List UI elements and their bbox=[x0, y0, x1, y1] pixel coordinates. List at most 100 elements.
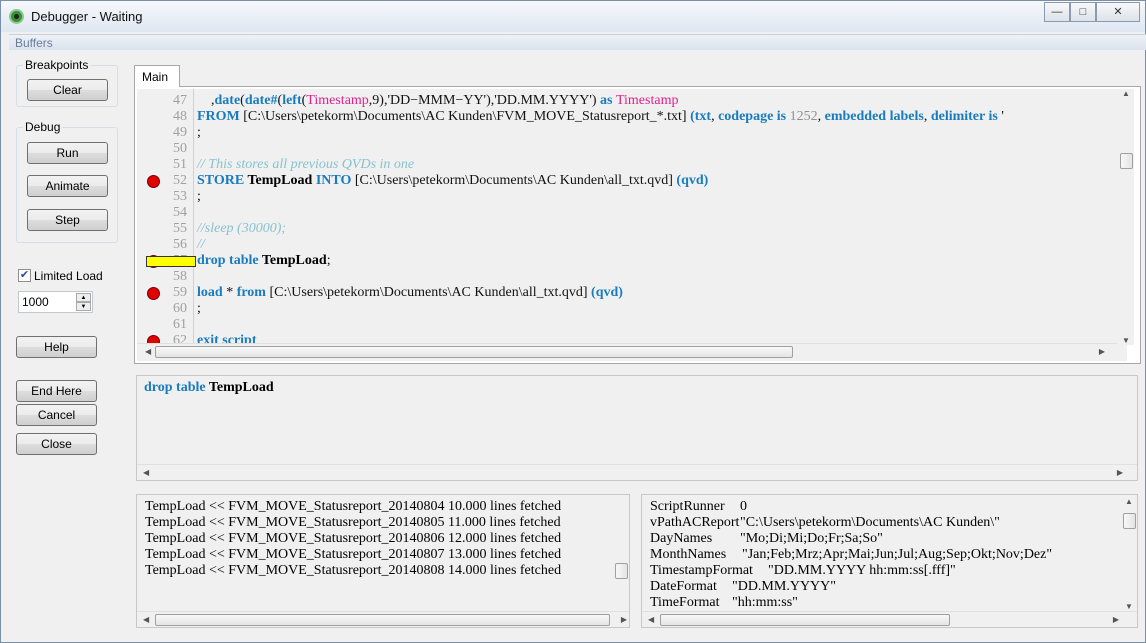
code-line[interactable]: 56 // bbox=[137, 237, 1117, 253]
code-line[interactable]: 51 // This stores all previous QVDs in on… bbox=[137, 157, 1117, 173]
code-line[interactable]: 55 //sleep (30000); bbox=[137, 221, 1117, 237]
variable-row: vPathACReport"C:\Users\petekorm\Document… bbox=[650, 515, 1000, 531]
code-token: load bbox=[197, 285, 227, 300]
script-editor[interactable]: 47 ,date(date#(left(Timestamp,9),'DD−MMM… bbox=[137, 89, 1127, 361]
line-number: 58 bbox=[173, 269, 187, 284]
code-text: ,date(date#(left(Timestamp,9),'DD−MMM−YY… bbox=[197, 93, 678, 109]
code-token: ; bbox=[197, 301, 201, 316]
code-token: STORE bbox=[197, 173, 248, 188]
code-token: drop table bbox=[197, 253, 262, 268]
code-text: load * from [C:\Users\petekorm\Documents… bbox=[197, 285, 623, 301]
code-token: ; bbox=[197, 125, 201, 140]
code-token: embedded labels bbox=[824, 109, 924, 124]
variables-horizontal-scrollbar[interactable]: ◀ ▶ bbox=[642, 611, 1137, 627]
limited-load-label: Limited Load bbox=[34, 269, 103, 283]
end-here-button[interactable]: End Here bbox=[16, 380, 97, 402]
code-line[interactable]: 60; bbox=[137, 301, 1117, 317]
window-title: Debugger - Waiting bbox=[31, 9, 143, 24]
line-number: 53 bbox=[173, 189, 187, 204]
close-button[interactable]: Close bbox=[16, 433, 97, 455]
code-token: // This stores all previous QVDs in one bbox=[197, 157, 415, 172]
variable-name: DateFormat bbox=[650, 579, 717, 594]
log-panel: ◀ ▶ TempLoad << FVM_MOVE_Statusreport_201… bbox=[136, 494, 630, 628]
variable-row: MonthNames "Jan;Feb;Mrz;Apr;Mai;Jun;Jul;A… bbox=[650, 547, 1052, 563]
code-token: TempLoad bbox=[261, 253, 327, 268]
code-token: left bbox=[282, 93, 302, 108]
editor-vertical-scrollbar[interactable]: ▲ ▼ bbox=[1118, 89, 1134, 345]
tab-main[interactable]: Main bbox=[134, 65, 180, 87]
run-button[interactable]: Run bbox=[27, 142, 108, 164]
line-number: 55 bbox=[173, 221, 187, 236]
close-window-button[interactable]: ✕ bbox=[1096, 2, 1140, 22]
code-token: (txt bbox=[690, 109, 712, 124]
code-line[interactable]: 54 bbox=[137, 205, 1117, 221]
variable-name: MonthNames bbox=[650, 547, 727, 562]
limited-load-input[interactable]: 1000 ▲ ▼ bbox=[18, 291, 93, 313]
line-number: 61 bbox=[173, 317, 187, 332]
line-number: 50 bbox=[173, 141, 187, 156]
code-line[interactable]: 49; bbox=[137, 125, 1117, 141]
variables-vertical-scrollbar[interactable]: ▲ ▼ bbox=[1121, 495, 1137, 611]
breakpoint-icon[interactable] bbox=[147, 287, 160, 300]
code-text: ; bbox=[197, 125, 201, 141]
code-token: delimiter is bbox=[930, 109, 1002, 124]
code-text: STORE TempLoad INTO [C:\Users\petekorm\D… bbox=[197, 173, 708, 189]
code-line[interactable]: 57drop table TempLoad; bbox=[137, 253, 1117, 269]
line-number: 48 bbox=[173, 109, 187, 124]
clear-button[interactable]: Clear bbox=[27, 79, 108, 101]
log-entry: TempLoad << FVM_MOVE_Statusreport_201408… bbox=[145, 547, 562, 562]
code-token: Timestamp bbox=[615, 93, 679, 108]
code-token: date bbox=[214, 93, 241, 108]
code-text: ; bbox=[197, 189, 201, 205]
maximize-button[interactable]: □ bbox=[1070, 2, 1096, 22]
log-horizontal-scrollbar[interactable]: ◀ ▶ bbox=[137, 611, 629, 627]
code-line[interactable]: 50 bbox=[137, 141, 1117, 157]
code-line[interactable]: 59 load * from [C:\Users\petekorm\Documen… bbox=[137, 285, 1117, 301]
code-token: codepage is bbox=[718, 109, 790, 124]
breakpoint-icon[interactable] bbox=[147, 175, 160, 188]
variable-name: vPathACReport bbox=[650, 515, 740, 530]
spin-down-icon[interactable]: ▼ bbox=[76, 302, 91, 311]
limited-load-checkbox[interactable]: ✔ bbox=[18, 269, 31, 282]
code-text: // This stores all previous QVDs in one bbox=[197, 157, 414, 173]
menu-buffers[interactable]: Buffers bbox=[15, 36, 53, 50]
line-number: 52 bbox=[173, 173, 187, 188]
title-bar: Debugger - Waiting — □ ✕ bbox=[1, 1, 1145, 32]
variable-row: TimestampFormat "DD.MM.YYYY hh:mm:ss[.fff… bbox=[650, 563, 956, 579]
code-text: drop table TempLoad; bbox=[197, 253, 331, 269]
code-token: , bbox=[817, 109, 825, 124]
breakpoints-label: Breakpoints bbox=[23, 58, 91, 72]
step-button[interactable]: Step bbox=[27, 209, 108, 231]
log-entry: TempLoad << FVM_MOVE_Statusreport_201408… bbox=[145, 499, 562, 514]
code-line[interactable]: 53; bbox=[137, 189, 1117, 205]
code-token: ; bbox=[326, 253, 331, 268]
qlikview-app-icon bbox=[9, 9, 24, 24]
minimize-button[interactable]: — bbox=[1044, 2, 1070, 22]
code-token: * bbox=[226, 285, 237, 300]
code-token: [C:\Users\petekorm\Documents\AC Kunden\a… bbox=[354, 173, 677, 188]
variable-name: TimeFormat bbox=[650, 595, 720, 610]
code-line[interactable]: 47 ,date(date#(left(Timestamp,9),'DD−MMM… bbox=[137, 93, 1117, 109]
variable-row: DateFormat "DD.MM.YYYY" bbox=[650, 579, 836, 595]
log-vertical-scrollbar[interactable] bbox=[613, 495, 629, 611]
line-number: 59 bbox=[173, 285, 187, 300]
debugger-window: Debugger - Waiting — □ ✕ Buffers Breakpo… bbox=[0, 0, 1146, 643]
code-token: , bbox=[923, 109, 931, 124]
code-line[interactable]: 52 STORE TempLoad INTO [C:\Users\petekorm… bbox=[137, 173, 1117, 189]
editor-horizontal-scrollbar[interactable]: ◀ ▶ bbox=[137, 343, 1117, 359]
code-line[interactable]: 61 bbox=[137, 317, 1117, 333]
variable-row: ScriptRunner 0 bbox=[650, 499, 747, 515]
spin-up-icon[interactable]: ▲ bbox=[76, 293, 91, 302]
variable-name: TimestampFormat bbox=[650, 563, 753, 578]
statement-horizontal-scrollbar[interactable]: ◀ ▶ bbox=[137, 464, 1137, 480]
animate-button[interactable]: Animate bbox=[27, 175, 108, 197]
variable-name: ScriptRunner bbox=[650, 499, 725, 514]
code-token: 1252 bbox=[789, 109, 818, 124]
code-token: date# bbox=[244, 93, 278, 108]
code-line[interactable]: 48 FROM [C:\Users\petekorm\Documents\AC K… bbox=[137, 109, 1117, 125]
code-line[interactable]: 58 bbox=[137, 269, 1117, 285]
cancel-button[interactable]: Cancel bbox=[16, 404, 97, 426]
code-token: (qvd) bbox=[591, 285, 623, 300]
help-button[interactable]: Help bbox=[16, 336, 97, 358]
log-entry: TempLoad << FVM_MOVE_Statusreport_201408… bbox=[145, 563, 562, 578]
